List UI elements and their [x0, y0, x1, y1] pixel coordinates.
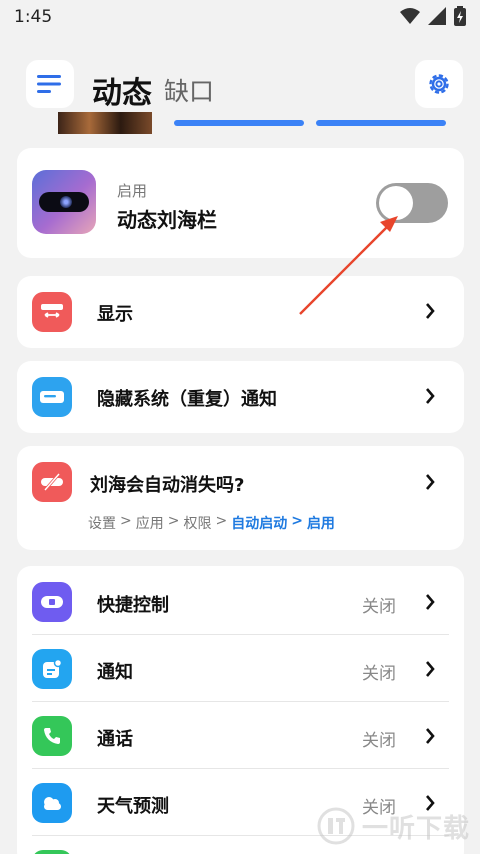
chevron-right-icon — [426, 728, 435, 744]
path-permissions: 权限 — [183, 516, 212, 532]
list-item-status: 关闭 — [362, 597, 396, 617]
list-item-label: 天气预测 — [97, 796, 169, 817]
list-item-notification[interactable]: 通知 关闭 — [17, 636, 464, 702]
row-display[interactable]: 显示 — [17, 276, 464, 348]
notch-off-icon — [32, 462, 72, 502]
banner-button-1[interactable] — [174, 120, 304, 126]
settings-path-breadcrumb: 设置 > 应用 > 权限 > 自动启动 > 启用 — [88, 513, 335, 533]
menu-button[interactable] — [26, 60, 74, 108]
toggle-knob — [379, 186, 413, 220]
notification-icon — [32, 649, 72, 689]
chevron-right-icon — [426, 303, 435, 319]
scrolled-banner — [18, 112, 462, 134]
watermark-logo-icon — [317, 807, 355, 845]
camera-icon — [60, 196, 72, 208]
notch-disappear-card[interactable]: 刘海会自动消失吗? 设置 > 应用 > 权限 > 自动启动 > 启用 — [17, 446, 464, 550]
next-item-icon — [32, 850, 72, 854]
page-subtitle: 缺口 — [164, 77, 215, 106]
path-autostart: 自动启动 — [231, 516, 288, 532]
chevron-right-icon — [426, 594, 435, 610]
enable-title: 动态刘海栏 — [117, 208, 217, 232]
banner-button-2[interactable] — [316, 120, 446, 126]
status-bar: 1:45 — [0, 0, 480, 34]
path-settings: 设置 — [88, 516, 116, 532]
list-item-label: 快捷控制 — [97, 595, 169, 616]
list-item-label: 通话 — [97, 729, 133, 750]
row-hide-label: 隐藏系统（重复）通知 — [97, 389, 277, 410]
path-sep: > — [291, 513, 303, 529]
battery-icon — [454, 6, 466, 26]
wifi-icon — [400, 8, 420, 24]
watermark-text: 一听下载 — [361, 813, 470, 844]
quick-control-icon — [32, 582, 72, 622]
row-display-label: 显示 — [97, 304, 133, 325]
signal-icon — [428, 7, 446, 25]
notification-bar-icon — [32, 377, 72, 417]
list-item-label: 通知 — [97, 662, 133, 683]
gear-icon — [429, 74, 449, 94]
row-hide-system-notification[interactable]: 隐藏系统（重复）通知 — [17, 361, 464, 433]
path-sep: > — [167, 513, 180, 529]
settings-button[interactable] — [415, 60, 463, 108]
list-item-quick-control[interactable]: 快捷控制 关闭 — [17, 569, 464, 635]
page-title: 动态 — [92, 76, 152, 111]
dynamic-notch-app-icon — [32, 170, 96, 234]
enable-card: 启用 动态刘海栏 — [17, 148, 464, 258]
list-item-status: 关闭 — [362, 731, 396, 751]
weather-icon — [32, 783, 72, 823]
chevron-right-icon — [426, 661, 435, 677]
notch-question-label: 刘海会自动消失吗? — [90, 475, 245, 496]
status-icons — [400, 6, 466, 26]
path-enable: 启用 — [306, 516, 335, 532]
enable-toggle[interactable] — [376, 183, 448, 223]
app-header: 动态 缺口 — [0, 60, 480, 111]
status-time: 1:45 — [14, 7, 53, 27]
menu-icon — [37, 75, 61, 93]
phone-icon — [32, 716, 72, 756]
banner-image — [58, 112, 152, 134]
path-sep: > — [120, 513, 132, 529]
divider — [32, 768, 449, 769]
enable-small-label: 启用 — [117, 182, 148, 200]
divider — [32, 634, 449, 635]
watermark: 一听下载 — [316, 806, 470, 846]
list-item-status: 关闭 — [362, 664, 396, 684]
path-apps: 应用 — [135, 516, 164, 532]
divider — [32, 701, 449, 702]
path-sep: > — [215, 513, 228, 529]
notch-pill-icon — [39, 192, 89, 212]
chevron-right-icon — [426, 474, 435, 490]
display-icon — [32, 292, 72, 332]
list-item-call[interactable]: 通话 关闭 — [17, 703, 464, 769]
chevron-right-icon — [426, 388, 435, 404]
